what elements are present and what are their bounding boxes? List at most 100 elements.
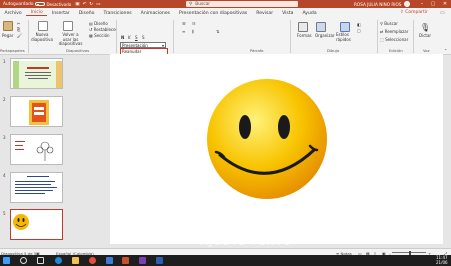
powerpoint-icon[interactable]	[122, 257, 129, 264]
slide-number: 1	[3, 59, 6, 64]
quick-styles-icon[interactable]	[340, 22, 350, 32]
tab-inicio[interactable]: Inicio	[26, 10, 48, 16]
slide-thumbnail-content	[15, 176, 57, 194]
slide-thumbnail-selected[interactable]	[10, 209, 63, 240]
save-icon[interactable]: ▣	[75, 2, 79, 7]
tab-diseno[interactable]: Diseño	[74, 11, 99, 16]
smiley-face	[207, 79, 327, 199]
bullets-icon[interactable]: ☰	[182, 21, 186, 26]
select-button[interactable]: ⬚ Seleccionar	[380, 37, 408, 42]
layout-button[interactable]: ▤ Diseño	[89, 21, 108, 26]
cut-icon[interactable]: ✂	[17, 21, 20, 26]
autosave-toggle[interactable]	[35, 2, 46, 6]
separator	[290, 20, 291, 53]
tab-vista[interactable]: Vista	[278, 11, 298, 16]
text-direction-icon[interactable]: ⇅	[216, 29, 219, 34]
dictate-label: Dictar	[419, 33, 432, 38]
bold-button[interactable]: N	[121, 35, 124, 40]
ribbon-tabs: Archivo Inicio Insertar Diseño Transicio…	[0, 8, 451, 18]
search-box[interactable]: ⚲ Buscar	[186, 1, 298, 7]
shapes-icon[interactable]	[298, 22, 308, 32]
underline-button[interactable]: S	[135, 35, 138, 40]
format-painter-icon[interactable]: 🖌	[17, 33, 22, 38]
minimize-icon[interactable]: –	[417, 0, 427, 8]
group-voice: Voz	[423, 48, 430, 53]
smiley-face-image[interactable]	[110, 54, 443, 244]
slide-canvas[interactable]	[110, 54, 443, 244]
reset-label: Restablecer	[93, 27, 118, 32]
separator	[377, 20, 378, 53]
strikethrough-button[interactable]: S	[142, 35, 145, 40]
search-icon[interactable]	[20, 257, 27, 264]
layout-label: Diseño	[94, 21, 108, 26]
avatar[interactable]	[404, 1, 410, 7]
status-bar: Diapositiva 5 de 5 ▣ Español (Colombia) …	[0, 248, 451, 256]
tab-archivo[interactable]: Archivo	[0, 11, 26, 16]
share-button[interactable]: ⇪ Compartir	[400, 10, 428, 15]
powerpoint-window: Autoguardado Desactivado ▣ ↶ ↻ ▭ ⚲ Busca…	[0, 0, 451, 266]
group-clipboard: Portapapeles	[0, 48, 25, 53]
tab-presentacion[interactable]: Presentación con diapositivas	[175, 11, 252, 16]
word-icon[interactable]	[156, 257, 163, 264]
numbering-icon[interactable]: ☷	[192, 21, 196, 26]
columns-icon[interactable]: ⫼	[192, 29, 194, 34]
app-icon[interactable]	[139, 257, 146, 264]
replace-button[interactable]: ⇄ Reemplazar	[380, 29, 408, 34]
align-icon[interactable]: ≡	[182, 29, 185, 34]
slide-thumbnail[interactable]	[10, 134, 63, 165]
group-paragraph: Párrafo	[250, 48, 264, 53]
arrange-icon[interactable]	[316, 22, 326, 32]
microphone-icon[interactable]: 🎙	[420, 23, 430, 32]
group-slides: Diapositivas	[66, 48, 90, 53]
slide-thumbnail[interactable]	[10, 96, 63, 127]
find-button[interactable]: ⚲ Buscar	[380, 21, 398, 26]
slide-thumbnail[interactable]	[10, 58, 63, 89]
new-slide-icon[interactable]	[38, 21, 48, 31]
slide-thumbnail[interactable]	[10, 172, 63, 203]
tray-clock[interactable]: 11:47 21/06	[436, 255, 448, 265]
section-label: Sección	[94, 33, 110, 38]
share-label: Compartir	[405, 10, 428, 15]
collapse-ribbon-icon[interactable]: ⌃	[444, 48, 447, 53]
left-eye	[239, 115, 251, 139]
search-icon: ⚲	[189, 1, 193, 7]
edge-icon[interactable]	[55, 257, 62, 264]
italic-button[interactable]: K	[128, 35, 131, 40]
reuse-slides-icon[interactable]	[63, 21, 73, 31]
shape-fill-icon[interactable]: ◧	[357, 22, 361, 27]
tab-animaciones[interactable]: Animaciones	[136, 11, 174, 16]
comment-icon[interactable]: ▭	[440, 10, 445, 16]
separator	[173, 20, 174, 53]
maximize-icon[interactable]: ▢	[428, 0, 438, 8]
slide-watermark: AJUSTE TEXTO	[200, 237, 293, 248]
section-button[interactable]: ▦ Sección	[89, 33, 110, 38]
tab-insertar[interactable]: Insertar	[47, 11, 74, 16]
zoom-slider-thumb[interactable]	[409, 250, 411, 255]
file-explorer-icon[interactable]	[72, 257, 79, 264]
copy-icon[interactable]: ⎘	[17, 27, 20, 32]
quick-access-toolbar: ▣ ↶ ↻ ▭	[75, 2, 100, 7]
slide-thumbnail-content	[29, 100, 49, 125]
separator	[116, 20, 117, 53]
shape-outline-icon[interactable]: ▢	[357, 28, 361, 33]
autosave-state: Desactivado	[46, 1, 72, 7]
select-label: Seleccionar	[385, 37, 409, 42]
redo-icon[interactable]: ↻	[89, 2, 93, 7]
reset-button[interactable]: ↺ Restablecer	[89, 27, 117, 32]
undo-icon[interactable]: ↶	[83, 2, 87, 7]
windows-start-icon[interactable]	[3, 257, 10, 264]
tab-revisar[interactable]: Revisar	[252, 11, 278, 16]
tray-date: 21/06	[436, 259, 448, 265]
paste-icon[interactable]	[3, 21, 13, 31]
chrome-icon[interactable]	[89, 257, 96, 264]
separator	[413, 20, 414, 53]
paste-label: Pegar	[2, 33, 14, 38]
tab-ayuda[interactable]: Ayuda	[298, 11, 321, 16]
store-icon[interactable]	[106, 257, 113, 264]
task-view-icon[interactable]	[37, 257, 44, 264]
present-icon[interactable]: ▭	[96, 2, 100, 7]
search-placeholder: Buscar	[195, 1, 210, 7]
slide-thumbnail-panel[interactable]: 1 2 3 4 5	[0, 56, 68, 248]
tab-transiciones[interactable]: Transiciones	[99, 11, 136, 16]
close-icon[interactable]: ✕	[440, 0, 450, 8]
